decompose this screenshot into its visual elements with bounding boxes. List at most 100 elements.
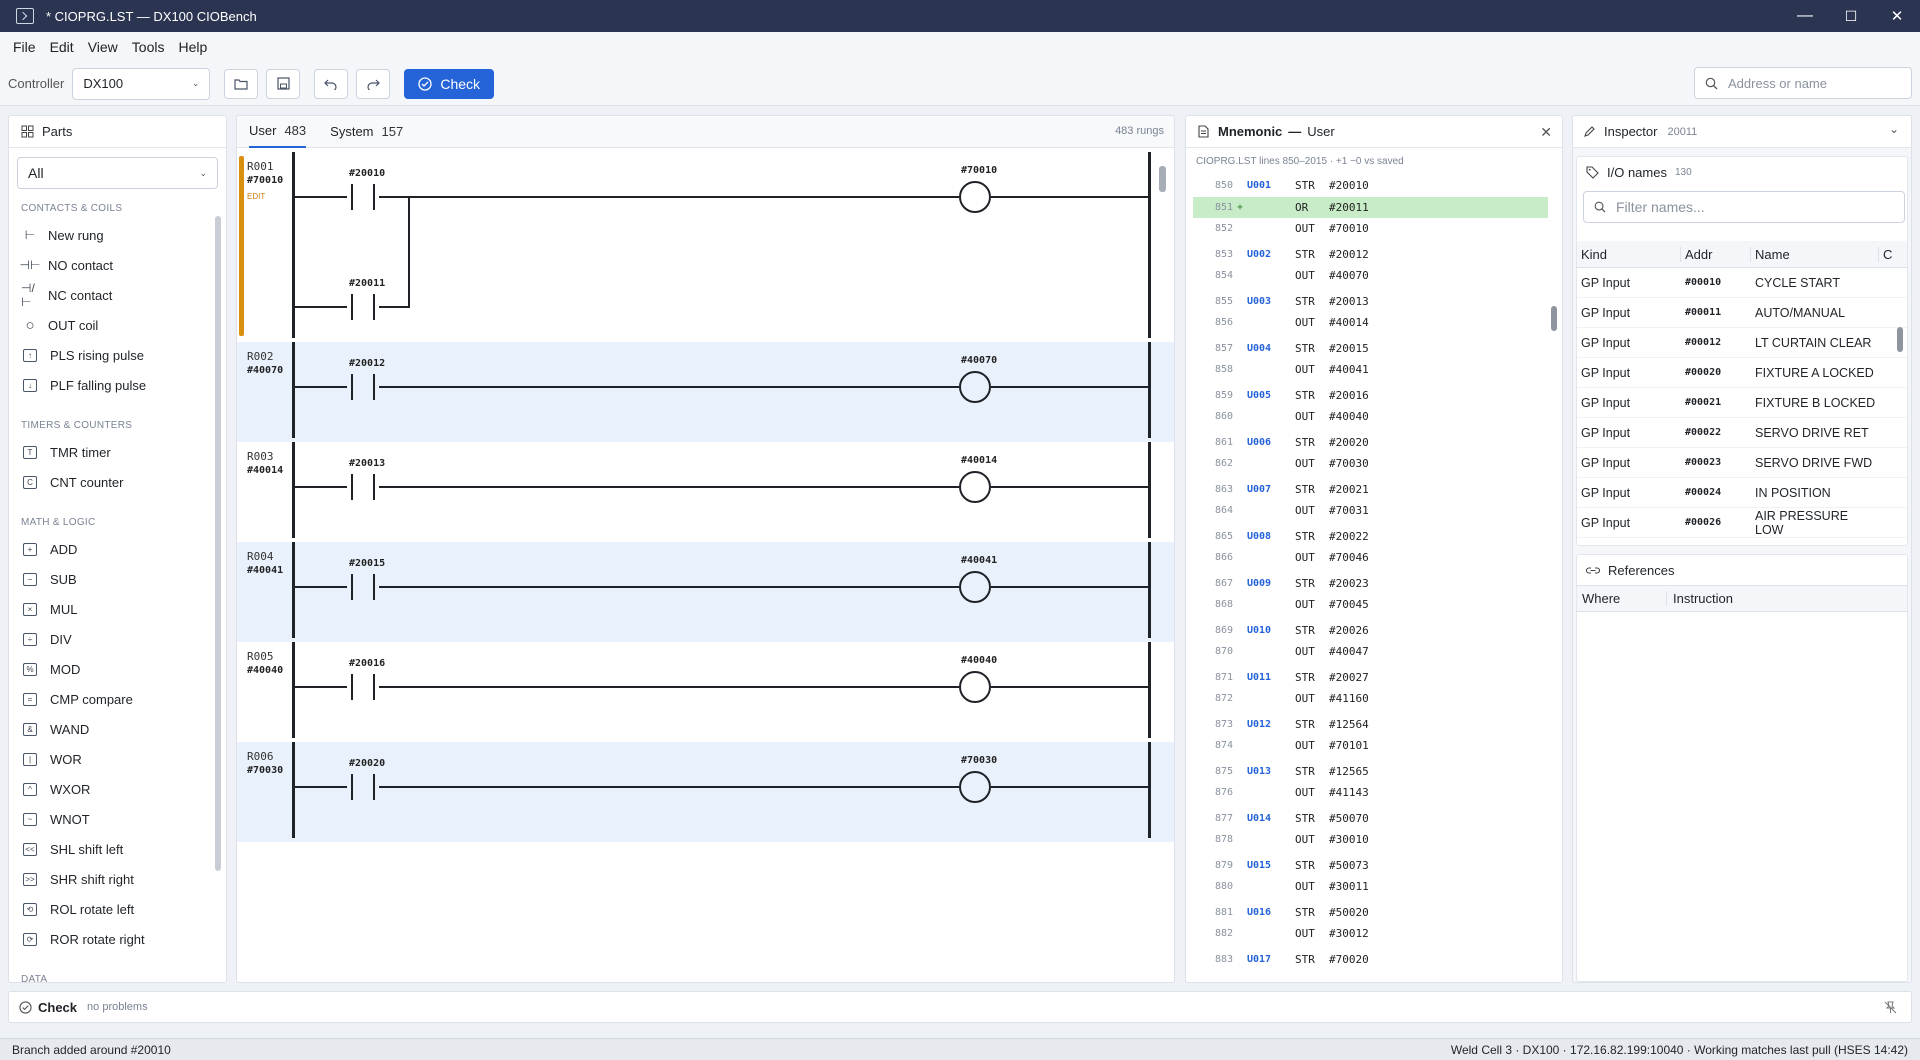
mnemonic-scrollbar[interactable] xyxy=(1551,306,1557,331)
open-file-button[interactable] xyxy=(224,68,259,99)
col-where[interactable]: Where xyxy=(1577,591,1667,606)
menu-file[interactable]: File xyxy=(6,35,43,59)
parts-filter-select[interactable]: All ⌄ xyxy=(17,157,218,189)
io-row[interactable]: GP Input #00020 FIXTURE A LOCKED xyxy=(1577,358,1907,388)
parts-item-mod[interactable]: % MOD xyxy=(9,654,226,684)
mnemonic-line[interactable]: 866 OUT #70046 xyxy=(1193,547,1548,569)
tab-user[interactable]: User 483 xyxy=(249,116,307,148)
mnemonic-line[interactable]: 868 OUT #70045 xyxy=(1193,594,1548,616)
io-scrollbar[interactable] xyxy=(1897,327,1903,352)
mnemonic-line[interactable]: 861 U006 STR #20020 xyxy=(1193,432,1548,454)
mnemonic-line[interactable]: 874 OUT #70101 xyxy=(1193,735,1548,757)
chevron-down-icon[interactable]: ⌄ xyxy=(1889,122,1899,136)
branch-contact[interactable] xyxy=(347,294,379,320)
mnemonic-line[interactable]: 851 + OR #20011 xyxy=(1193,196,1548,218)
col-instruction[interactable]: Instruction xyxy=(1667,591,1733,606)
parts-item-nc-contact[interactable]: ⊣/⊢ NC contact xyxy=(9,280,226,310)
menu-view[interactable]: View xyxy=(81,35,125,59)
rung[interactable]: R001 #70010 EDIT #20010 #70010 #20011 xyxy=(237,152,1174,342)
inspector-header[interactable]: Inspector 20011 ⌄ xyxy=(1573,116,1911,148)
mnemonic-line[interactable]: 856 OUT #40014 xyxy=(1193,312,1548,334)
mnemonic-line[interactable]: 854 OUT #40070 xyxy=(1193,265,1548,287)
mnemonic-line[interactable]: 872 OUT #41160 xyxy=(1193,688,1548,710)
mnemonic-line[interactable]: 850 U001 STR #20010 xyxy=(1193,175,1548,197)
mnemonic-line[interactable]: 867 U009 STR #20023 xyxy=(1193,573,1548,595)
mnemonic-line[interactable]: 870 OUT #40047 xyxy=(1193,641,1548,663)
mnemonic-line[interactable]: 859 U005 STR #20016 xyxy=(1193,385,1548,407)
mnemonic-line[interactable]: 860 OUT #40040 xyxy=(1193,406,1548,428)
mnemonic-line[interactable]: 864 OUT #70031 xyxy=(1193,500,1548,522)
menu-help[interactable]: Help xyxy=(171,35,214,59)
parts-item-add[interactable]: + ADD xyxy=(9,534,226,564)
mnemonic-line[interactable]: 878 OUT #30010 xyxy=(1193,829,1548,851)
no-contact[interactable] xyxy=(347,574,379,600)
io-row[interactable]: GP Input #00012 LT CURTAIN CLEAR xyxy=(1577,328,1907,358)
mnemonic-line[interactable]: 876 OUT #41143 xyxy=(1193,782,1548,804)
no-contact[interactable] xyxy=(347,774,379,800)
parts-item-out-coil[interactable]: ○ OUT coil xyxy=(9,310,226,340)
io-row[interactable]: GP Input #00011 AUTO/MANUAL xyxy=(1577,298,1907,328)
mnemonic-line[interactable]: 877 U014 STR #50070 xyxy=(1193,808,1548,830)
io-row[interactable]: GP Input #00026 AIR PRESSURE LOW xyxy=(1577,508,1907,538)
mnemonic-line[interactable]: 853 U002 STR #20012 xyxy=(1193,244,1548,266)
parts-item-no-contact[interactable]: ⊣⊢ NO contact xyxy=(9,250,226,280)
no-contact[interactable] xyxy=(347,184,379,210)
rung[interactable]: R005 #40040 #20016 #40040 xyxy=(237,642,1174,742)
mnemonic-line[interactable]: 880 OUT #30011 xyxy=(1193,876,1548,898)
address-search-input[interactable]: Address or name xyxy=(1694,67,1912,99)
out-coil[interactable] xyxy=(959,471,991,503)
mnemonic-line[interactable]: 855 U003 STR #20013 xyxy=(1193,291,1548,313)
menu-edit[interactable]: Edit xyxy=(43,35,81,59)
mnemonic-line[interactable]: 858 OUT #40041 xyxy=(1193,359,1548,381)
tab-system[interactable]: System 157 xyxy=(330,116,403,148)
parts-item-cmp[interactable]: = CMP compare xyxy=(9,684,226,714)
no-contact[interactable] xyxy=(347,374,379,400)
mnemonic-line[interactable]: 865 U008 STR #20022 xyxy=(1193,526,1548,548)
mnemonic-line[interactable]: 873 U012 STR #12564 xyxy=(1193,714,1548,736)
col-addr[interactable]: Addr xyxy=(1681,246,1751,262)
menu-tools[interactable]: Tools xyxy=(125,35,172,59)
parts-scrollbar[interactable] xyxy=(215,216,221,871)
mnemonic-line[interactable]: 882 OUT #30012 xyxy=(1193,923,1548,945)
parts-item-div[interactable]: ÷ DIV xyxy=(9,624,226,654)
mnemonic-line[interactable]: 857 U004 STR #20015 xyxy=(1193,338,1548,360)
parts-item-shl[interactable]: << SHL shift left xyxy=(9,834,226,864)
io-row[interactable]: GP Input #00022 SERVO DRIVE RET xyxy=(1577,418,1907,448)
col-c[interactable]: C xyxy=(1879,247,1907,262)
filter-names-input[interactable]: Filter names... xyxy=(1583,191,1905,223)
controller-select[interactable]: DX100 ⌄ xyxy=(72,67,211,100)
parts-item-wnot[interactable]: ~ WNOT xyxy=(9,804,226,834)
parts-item-shr[interactable]: >> SHR shift right xyxy=(9,864,226,894)
parts-item-wxor[interactable]: ^ WXOR xyxy=(9,774,226,804)
mnemonic-line[interactable]: 871 U011 STR #20027 xyxy=(1193,667,1548,689)
rung[interactable]: R003 #40014 #20013 #40014 xyxy=(237,442,1174,542)
mnemonic-line[interactable]: 852 OUT #70010 xyxy=(1193,218,1548,240)
parts-item-plf[interactable]: ↓ PLF falling pulse xyxy=(9,370,226,400)
mnemonic-line[interactable]: 883 U017 STR #70020 xyxy=(1193,949,1548,971)
parts-item-sub[interactable]: − SUB xyxy=(9,564,226,594)
io-row[interactable]: GP Input #00021 FIXTURE B LOCKED xyxy=(1577,388,1907,418)
io-row[interactable]: GP Input #00010 CYCLE START xyxy=(1577,268,1907,298)
save-button[interactable] xyxy=(266,68,301,99)
mnemonic-line[interactable]: 875 U013 STR #12565 xyxy=(1193,761,1548,783)
mnemonic-line[interactable]: 862 OUT #70030 xyxy=(1193,453,1548,475)
col-name[interactable]: Name xyxy=(1751,246,1879,262)
redo-button[interactable] xyxy=(356,68,391,99)
mnemonic-line[interactable]: 881 U016 STR #50020 xyxy=(1193,902,1548,924)
parts-item-new-rung[interactable]: ⊢ New rung xyxy=(9,220,226,250)
mnemonic-line[interactable]: 879 U015 STR #50073 xyxy=(1193,855,1548,877)
parts-item-ror[interactable]: ⟳ ROR rotate right xyxy=(9,924,226,954)
maximize-button[interactable]: ☐ xyxy=(1828,0,1874,32)
no-contact[interactable] xyxy=(347,674,379,700)
rung[interactable]: R004 #40041 #20015 #40041 xyxy=(237,542,1174,642)
undo-button[interactable] xyxy=(314,68,349,99)
out-coil[interactable] xyxy=(959,771,991,803)
parts-item-tmr[interactable]: T TMR timer xyxy=(9,437,226,467)
parts-item-rol[interactable]: ⟲ ROL rotate left xyxy=(9,894,226,924)
mnemonic-line[interactable]: 863 U007 STR #20021 xyxy=(1193,479,1548,501)
rung[interactable]: R002 #40070 #20012 #40070 xyxy=(237,342,1174,442)
ladder-scrollbar[interactable] xyxy=(1159,166,1166,192)
close-button[interactable]: ✕ xyxy=(1874,0,1920,32)
close-icon[interactable]: ✕ xyxy=(1540,124,1552,141)
out-coil[interactable] xyxy=(959,181,991,213)
